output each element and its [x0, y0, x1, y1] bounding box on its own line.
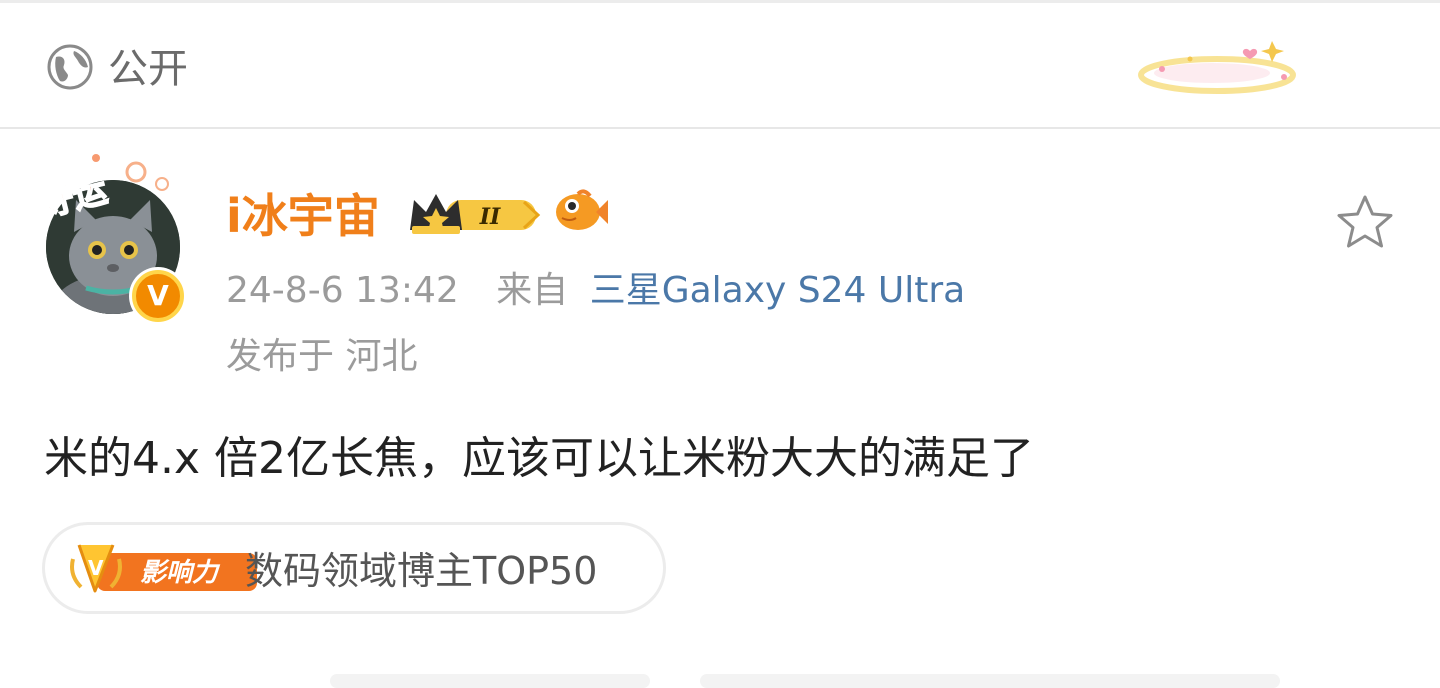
action-bar-peek-left [330, 674, 650, 688]
sparkle-ring-decoration [1138, 41, 1296, 94]
header-divider [0, 127, 1440, 129]
influence-badge-label: 影响力 [140, 558, 221, 588]
post-body-text: 米的4.x 倍2亿长焦，应该可以让米粉大大的满足了 [44, 433, 1034, 484]
privacy-header: 公开 [0, 3, 1440, 127]
vip-level-text: II [479, 204, 501, 230]
action-bar-peek-right [700, 674, 1280, 688]
verified-badge-letter: V [147, 279, 169, 312]
author-name[interactable]: i冰宇宙 [226, 188, 380, 244]
influence-chip[interactable]: V 影响力 数码领域博主TOP50 [42, 522, 666, 614]
lucky-sticker-icon: 好运 [36, 154, 169, 220]
lucky-sticker-text: 好运 [36, 170, 111, 220]
verified-badge: V [132, 270, 184, 322]
influence-badge-letter: V [88, 556, 104, 580]
vip-crown-badge-icon: II [410, 194, 541, 234]
post-meta: 24-8-6 13:42 来自 三星Galaxy S24 Ultra [226, 268, 965, 314]
influence-badge-icon: V 影响力 [70, 544, 257, 593]
post-location: 发布于 河北 [226, 336, 418, 377]
source-prefix: 来自 [496, 270, 569, 311]
influence-text: 数码领域博主TOP50 [245, 549, 598, 593]
post-time: 24-8-6 13:42 [226, 270, 459, 311]
globe-icon [47, 44, 93, 90]
fish-emoji-icon [556, 189, 608, 230]
favorite-star-icon[interactable] [1334, 192, 1396, 254]
device-link[interactable]: 三星Galaxy S24 Ultra [590, 270, 966, 311]
privacy-label: 公开 [108, 46, 188, 92]
